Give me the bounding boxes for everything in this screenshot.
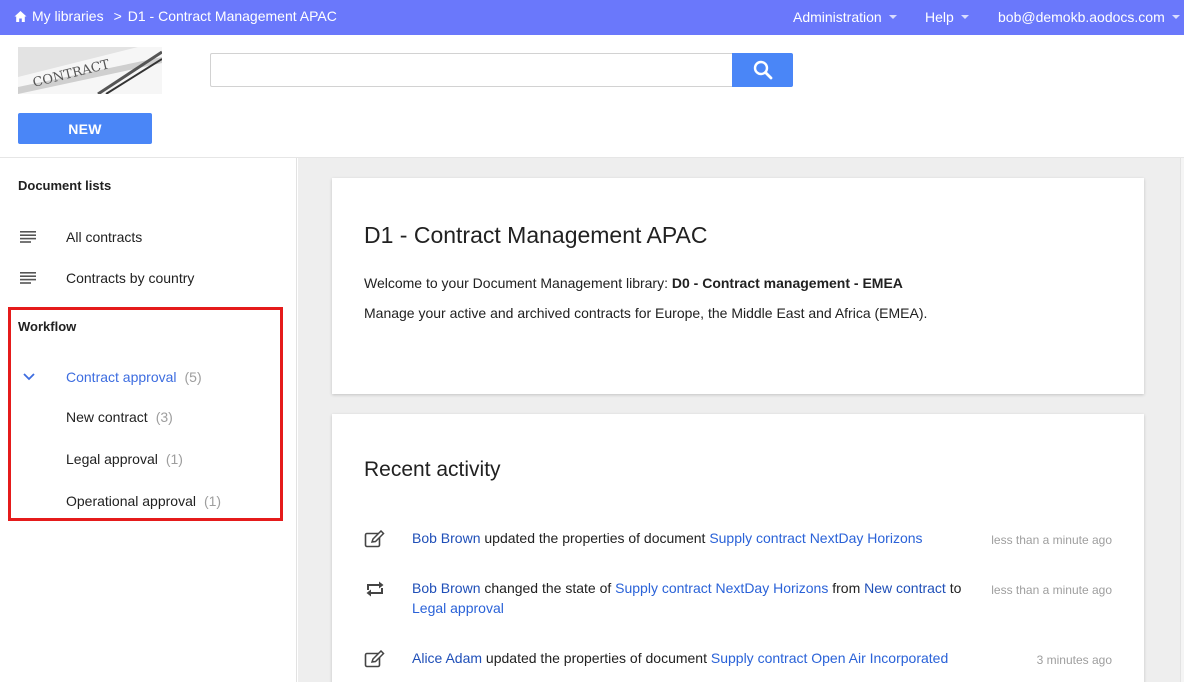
activity-timestamp: less than a minute ago xyxy=(991,583,1112,597)
activity-from-word: from xyxy=(828,580,865,596)
activity-action: updated the properties of document xyxy=(482,650,711,666)
account-menu[interactable]: bob@demokb.aodocs.com xyxy=(998,9,1180,25)
sidebar-item-contracts-by-country[interactable]: Contracts by country xyxy=(0,260,296,296)
search-button[interactable] xyxy=(732,53,793,87)
breadcrumb-separator: > xyxy=(113,8,122,24)
welcome-prefix: Welcome to your Document Management libr… xyxy=(364,275,672,291)
help-menu[interactable]: Help xyxy=(925,9,969,25)
workflow-highlight-box xyxy=(8,307,283,521)
help-menu-label: Help xyxy=(925,9,954,25)
administration-menu-label: Administration xyxy=(793,9,882,25)
search-icon xyxy=(753,60,772,80)
account-menu-label: bob@demokb.aodocs.com xyxy=(998,9,1165,25)
activity-document-link[interactable]: Supply contract NextDay Horizons xyxy=(615,580,828,596)
activity-document-link[interactable]: Supply contract NextDay Horizons xyxy=(709,530,922,546)
activity-user-link[interactable]: Bob Brown xyxy=(412,530,480,546)
activity-to-word: to xyxy=(945,580,962,596)
new-document-button[interactable]: NEW xyxy=(18,113,152,144)
edit-icon xyxy=(364,530,385,548)
contract-logo-image: CONTRACT xyxy=(18,47,162,94)
activity-timestamp: less than a minute ago xyxy=(991,533,1112,547)
top-navigation-bar: My libraries > D1 - Contract Management … xyxy=(0,0,1184,35)
search-input[interactable] xyxy=(210,53,732,87)
activity-action: changed the state of xyxy=(480,580,616,596)
caret-down-icon xyxy=(888,15,897,19)
list-icon xyxy=(20,272,36,284)
breadcrumb-my-libraries[interactable]: My libraries xyxy=(32,8,104,24)
library-logo: CONTRACT xyxy=(18,47,162,94)
activity-to-state-link[interactable]: Legal approval xyxy=(412,600,504,616)
sidebar-item-label: Contracts by country xyxy=(66,270,195,286)
breadcrumb-current-library[interactable]: D1 - Contract Management APAC xyxy=(128,8,337,24)
page-title: D1 - Contract Management APAC xyxy=(364,222,708,248)
recent-activity-title: Recent activity xyxy=(364,458,501,481)
sidebar-item-label: All contracts xyxy=(66,229,143,245)
activity-timestamp: 3 minutes ago xyxy=(1036,653,1112,667)
administration-menu[interactable]: Administration xyxy=(793,9,897,25)
library-info-card: D1 - Contract Management APAC Welcome to… xyxy=(332,178,1144,394)
caret-down-icon xyxy=(1171,15,1180,19)
activity-document-link[interactable]: Supply contract Open Air Incorporated xyxy=(711,650,948,666)
recent-activity-card: Recent activity Bob Brown updated the pr… xyxy=(332,414,1144,682)
welcome-library-name: D0 - Contract management - EMEA xyxy=(671,275,903,291)
state-change-icon xyxy=(366,581,384,597)
activity-from-state-link[interactable]: New contract xyxy=(864,580,946,596)
document-lists-heading: Document lists xyxy=(18,178,112,193)
list-icon xyxy=(20,231,36,243)
activity-user-link[interactable]: Bob Brown xyxy=(412,580,480,596)
breadcrumb: My libraries > D1 - Contract Management … xyxy=(14,8,337,24)
library-description: Manage your active and archived contract… xyxy=(364,305,928,321)
scrollbar[interactable] xyxy=(1180,158,1184,682)
edit-icon xyxy=(364,650,385,668)
activity-action: updated the properties of document xyxy=(480,530,710,546)
home-icon[interactable] xyxy=(14,10,27,23)
sidebar-item-all-contracts[interactable]: All contracts xyxy=(0,219,296,255)
caret-down-icon xyxy=(960,15,969,19)
activity-user-link[interactable]: Alice Adam xyxy=(412,650,482,666)
main-content: D1 - Contract Management APAC Welcome to… xyxy=(298,158,1184,682)
welcome-text: Welcome to your Document Management libr… xyxy=(364,275,903,291)
